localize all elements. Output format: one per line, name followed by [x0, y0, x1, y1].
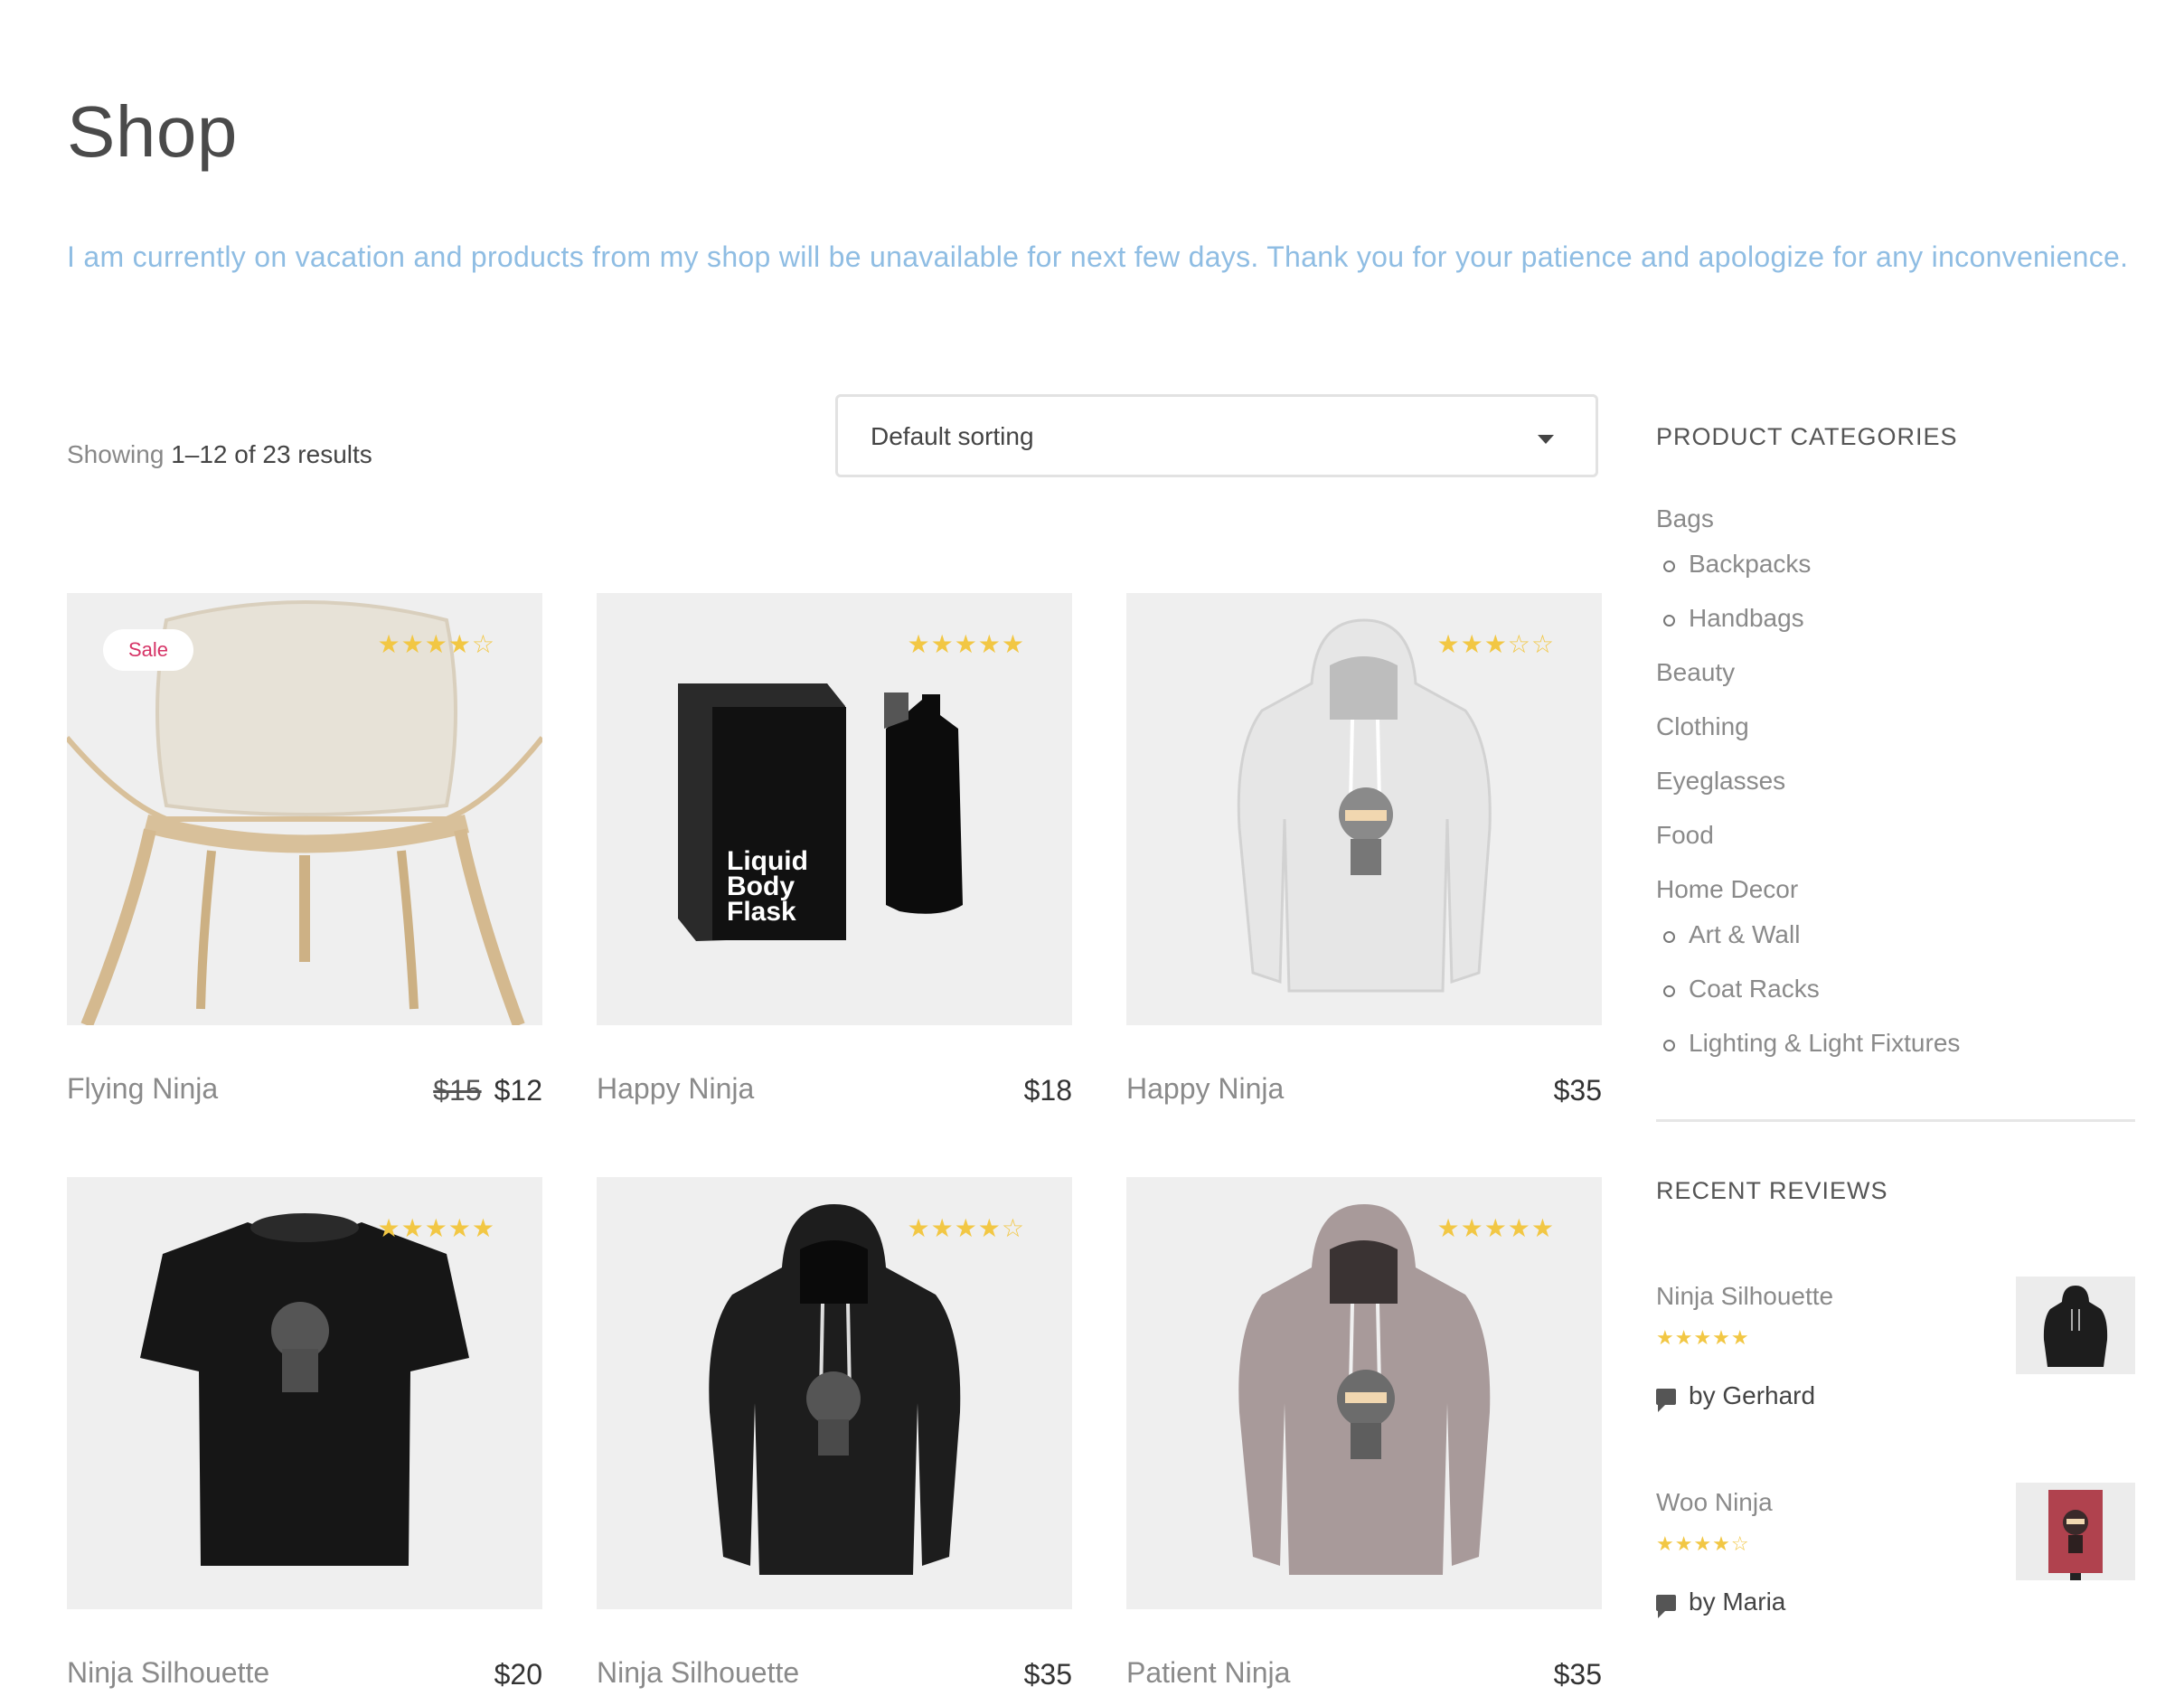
- comment-icon: [1656, 1389, 1676, 1412]
- flask-label-line-3: Flask: [727, 897, 796, 927]
- product-card[interactable]: ★★★★☆ Ninja Silhouette $35: [597, 1177, 1072, 1691]
- sidebar-divider: [1656, 1119, 2135, 1122]
- product-price: $35: [1553, 1074, 1602, 1107]
- product-image[interactable]: ★★★★★: [67, 1177, 542, 1609]
- review-star-rating: ★★★★☆: [1656, 1533, 1750, 1556]
- product-price: $20: [494, 1658, 542, 1691]
- product-image[interactable]: ★★★★☆: [597, 1177, 1072, 1609]
- star-rating: ★★★★★: [377, 1213, 495, 1243]
- product-image[interactable]: ★★★☆☆: [1126, 593, 1602, 1025]
- comment-icon: [1656, 1595, 1676, 1618]
- review-product-name[interactable]: Woo Ninja: [1656, 1488, 1773, 1517]
- recent-reviews-title: RECENT REVIEWS: [1656, 1177, 1888, 1204]
- star-rating: ★★★★☆: [377, 629, 495, 659]
- category-home-decor[interactable]: Home Decor: [1656, 875, 1798, 904]
- product-title[interactable]: Flying Ninja: [67, 1072, 218, 1106]
- product-image[interactable]: Liquid Body Flask ★★★★★: [597, 593, 1072, 1025]
- black-hoodie-thumb: [2043, 1286, 2108, 1367]
- sorting-select[interactable]: Default sorting: [835, 394, 1598, 477]
- product-image[interactable]: Sale ★★★★☆: [67, 593, 542, 1025]
- product-title[interactable]: Happy Ninja: [1126, 1072, 1284, 1106]
- sale-price: $12: [494, 1074, 542, 1107]
- poster-thumb: [2048, 1490, 2103, 1580]
- star-rating: ★★★☆☆: [1436, 629, 1555, 659]
- review-product-name[interactable]: Ninja Silhouette: [1656, 1282, 1833, 1311]
- product-card[interactable]: Liquid Body Flask ★★★★★ Happy Ninja $18: [597, 593, 1072, 1107]
- review-product-thumbnail[interactable]: [2016, 1483, 2135, 1580]
- original-price: $15: [433, 1074, 482, 1107]
- category-clothing[interactable]: Clothing: [1656, 712, 1749, 741]
- review-author: by Maria: [1656, 1588, 1785, 1618]
- review-author: by Gerhard: [1656, 1381, 1815, 1412]
- product-price: $35: [1553, 1658, 1602, 1691]
- product-title[interactable]: Happy Ninja: [597, 1072, 754, 1106]
- star-rating: ★★★★☆: [907, 1213, 1025, 1243]
- category-art-wall[interactable]: Art & Wall: [1662, 920, 1800, 949]
- product-card[interactable]: ★★★★★ Patient Ninja $35: [1126, 1177, 1602, 1691]
- star-rating: ★★★★★: [1436, 1213, 1555, 1243]
- category-coat-racks[interactable]: Coat Racks: [1663, 975, 1820, 1003]
- product-title[interactable]: Ninja Silhouette: [597, 1656, 799, 1690]
- chevron-down-icon: [1538, 435, 1554, 444]
- product-categories-title: PRODUCT CATEGORIES: [1656, 423, 1958, 450]
- review-star-rating: ★★★★★: [1656, 1327, 1750, 1350]
- result-count: Showing 1–12 of 23 results: [67, 440, 372, 468]
- category-beauty[interactable]: Beauty: [1656, 658, 1735, 687]
- product-price: $18: [1023, 1074, 1072, 1107]
- sorting-selected-label: Default sorting: [871, 422, 1034, 450]
- product-price: $15 $12: [433, 1074, 542, 1107]
- product-card[interactable]: Sale ★★★★☆ Flying Ninja $15 $12: [67, 593, 542, 1107]
- sale-badge: Sale: [103, 629, 194, 671]
- product-title[interactable]: Patient Ninja: [1126, 1656, 1290, 1690]
- vacation-notice: I am currently on vacation and products …: [67, 240, 2129, 273]
- category-bags[interactable]: Bags: [1656, 504, 1714, 533]
- category-backpacks[interactable]: Backpacks: [1662, 550, 1811, 579]
- category-handbags[interactable]: Handbags: [1663, 604, 1804, 633]
- review-product-thumbnail[interactable]: [2016, 1277, 2135, 1374]
- category-lighting[interactable]: Lighting & Light Fixtures: [1662, 1029, 1960, 1058]
- category-food[interactable]: Food: [1656, 821, 1714, 850]
- category-eyeglasses[interactable]: Eyeglasses: [1656, 767, 1785, 796]
- product-card[interactable]: ★★★☆☆ Happy Ninja $35: [1126, 593, 1602, 1107]
- product-image[interactable]: ★★★★★: [1126, 1177, 1602, 1609]
- product-title[interactable]: Ninja Silhouette: [67, 1656, 269, 1690]
- product-card[interactable]: ★★★★★ Ninja Silhouette $20: [67, 1177, 542, 1691]
- page-title: Shop: [67, 91, 238, 172]
- star-rating: ★★★★★: [907, 629, 1025, 659]
- product-price: $35: [1023, 1658, 1072, 1691]
